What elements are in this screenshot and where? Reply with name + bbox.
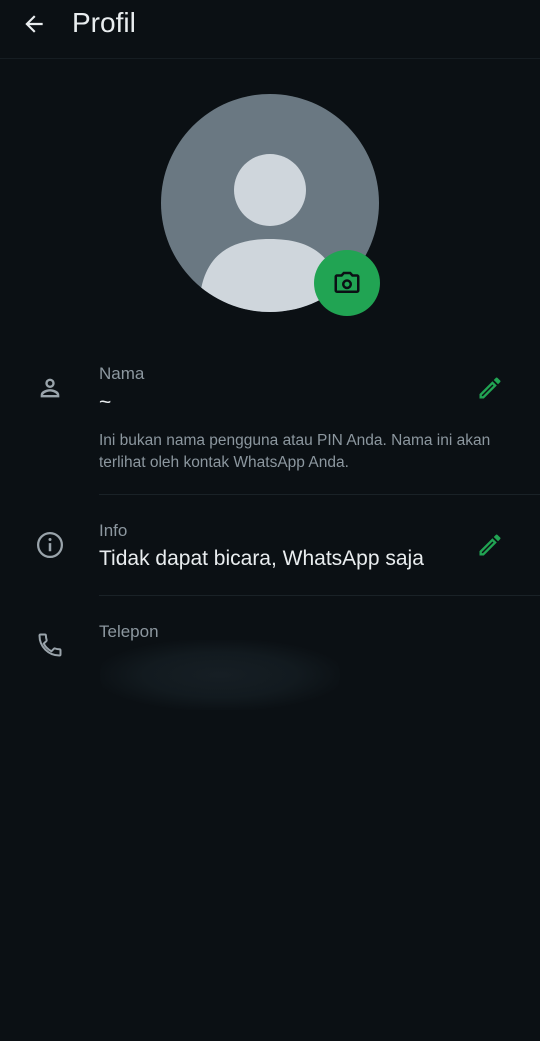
back-button[interactable] — [16, 6, 52, 42]
edit-info-button[interactable] — [472, 527, 508, 563]
pencil-icon — [479, 377, 501, 399]
arrow-left-icon — [25, 15, 43, 33]
divider — [99, 494, 540, 495]
redacted-phone-number — [100, 640, 340, 710]
info-circle-icon — [37, 532, 63, 558]
info-label: Info — [99, 521, 128, 540]
change-photo-button[interactable] — [314, 250, 380, 316]
page-title: Profil — [72, 7, 136, 38]
name-hint: Ini bukan nama pengguna atau PIN Anda. N… — [99, 432, 491, 471]
divider — [99, 595, 540, 596]
phone-label: Telepon — [99, 622, 159, 641]
camera-icon — [334, 271, 360, 293]
profile-photo[interactable] — [161, 94, 380, 316]
info-row-icon — [32, 527, 68, 563]
person-icon — [40, 378, 60, 398]
phone-row-icon — [32, 627, 68, 663]
name-value: ~ — [99, 391, 112, 414]
phone-icon — [38, 633, 62, 657]
name-row-icon — [32, 370, 68, 406]
name-label: Nama — [99, 364, 145, 383]
info-value: Tidak dapat bicara, WhatsApp saja — [99, 547, 424, 570]
app-header: Profil — [0, 0, 540, 59]
edit-name-button[interactable] — [472, 370, 508, 406]
pencil-icon — [479, 534, 501, 556]
